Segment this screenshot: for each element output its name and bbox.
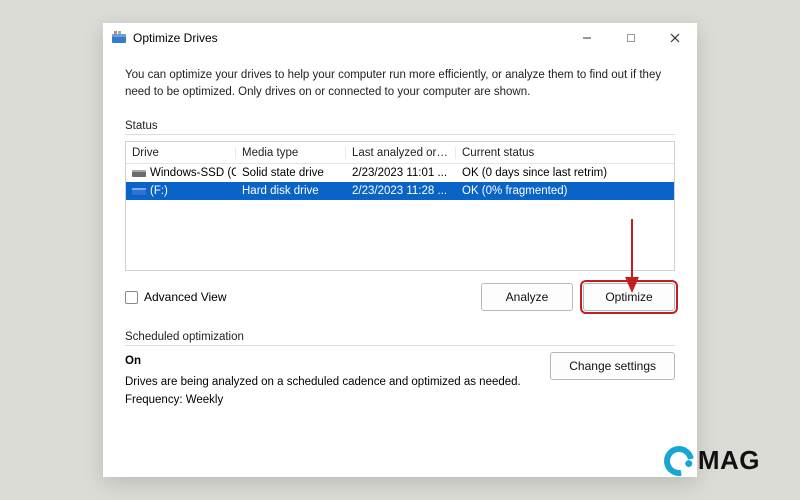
scheduled-divider xyxy=(125,345,675,346)
scheduled-frequency: Frequency: Weekly xyxy=(125,391,534,409)
cell-last: 2/23/2023 11:01 ... xyxy=(346,167,456,179)
table-row[interactable]: (F:) Hard disk drive2/23/2023 11:28 ...OK… xyxy=(126,182,674,200)
advanced-view-checkbox[interactable]: Advanced View xyxy=(125,290,227,304)
optimize-drives-window: Optimize Drives You can optimize your dr… xyxy=(103,23,697,477)
cell-current: OK (0 days since last retrim) xyxy=(456,167,674,179)
window-controls xyxy=(565,23,697,53)
drive-name: Windows-SSD (C:) xyxy=(150,167,236,179)
actions-row: Advanced View Analyze Optimize xyxy=(125,283,675,311)
minimize-button[interactable] xyxy=(565,23,609,53)
cell-drive: (F:) xyxy=(126,185,236,197)
window-title: Optimize Drives xyxy=(133,31,218,45)
optimize-button[interactable]: Optimize xyxy=(583,283,675,311)
close-button[interactable] xyxy=(653,23,697,53)
analyze-button[interactable]: Analyze xyxy=(481,283,573,311)
table-header: Drive Media type Last analyzed or ... Cu… xyxy=(126,142,674,164)
cell-last: 2/23/2023 11:28 ... xyxy=(346,185,456,197)
window-content: You can optimize your drives to help you… xyxy=(103,53,697,477)
status-label: Status xyxy=(125,120,675,132)
watermark-text: MAG xyxy=(698,445,760,476)
col-drive[interactable]: Drive xyxy=(126,147,236,159)
scheduled-label: Scheduled optimization xyxy=(125,331,675,343)
scheduled-on-label: On xyxy=(125,352,534,370)
scheduled-description: Drives are being analyzed on a scheduled… xyxy=(125,373,534,391)
checkbox-icon xyxy=(125,291,138,304)
action-buttons: Analyze Optimize xyxy=(481,283,675,311)
drive-icon xyxy=(132,167,146,179)
scheduled-text: On Drives are being analyzed on a schedu… xyxy=(125,352,534,409)
intro-text: You can optimize your drives to help you… xyxy=(125,67,675,100)
drive-name: (F:) xyxy=(150,185,168,197)
scheduled-section: On Drives are being analyzed on a schedu… xyxy=(125,352,675,409)
drive-table: Drive Media type Last analyzed or ... Cu… xyxy=(125,141,675,271)
col-current[interactable]: Current status xyxy=(456,147,674,159)
table-body: Windows-SSD (C:)Solid state drive2/23/20… xyxy=(126,164,674,200)
titlebar: Optimize Drives xyxy=(103,23,697,53)
cell-media: Hard disk drive xyxy=(236,185,346,197)
cell-drive: Windows-SSD (C:) xyxy=(126,167,236,179)
watermark-logo: MAG xyxy=(664,445,760,476)
drive-icon xyxy=(132,185,146,197)
cell-current: OK (0% fragmented) xyxy=(456,185,674,197)
col-media[interactable]: Media type xyxy=(236,147,346,159)
watermark-c-icon xyxy=(658,440,700,482)
maximize-button[interactable] xyxy=(609,23,653,53)
advanced-view-label: Advanced View xyxy=(144,290,227,304)
col-last[interactable]: Last analyzed or ... xyxy=(346,147,456,159)
cell-media: Solid state drive xyxy=(236,167,346,179)
table-row[interactable]: Windows-SSD (C:)Solid state drive2/23/20… xyxy=(126,164,674,182)
status-divider xyxy=(125,134,675,135)
change-settings-button[interactable]: Change settings xyxy=(550,352,675,380)
defrag-icon xyxy=(111,30,127,46)
